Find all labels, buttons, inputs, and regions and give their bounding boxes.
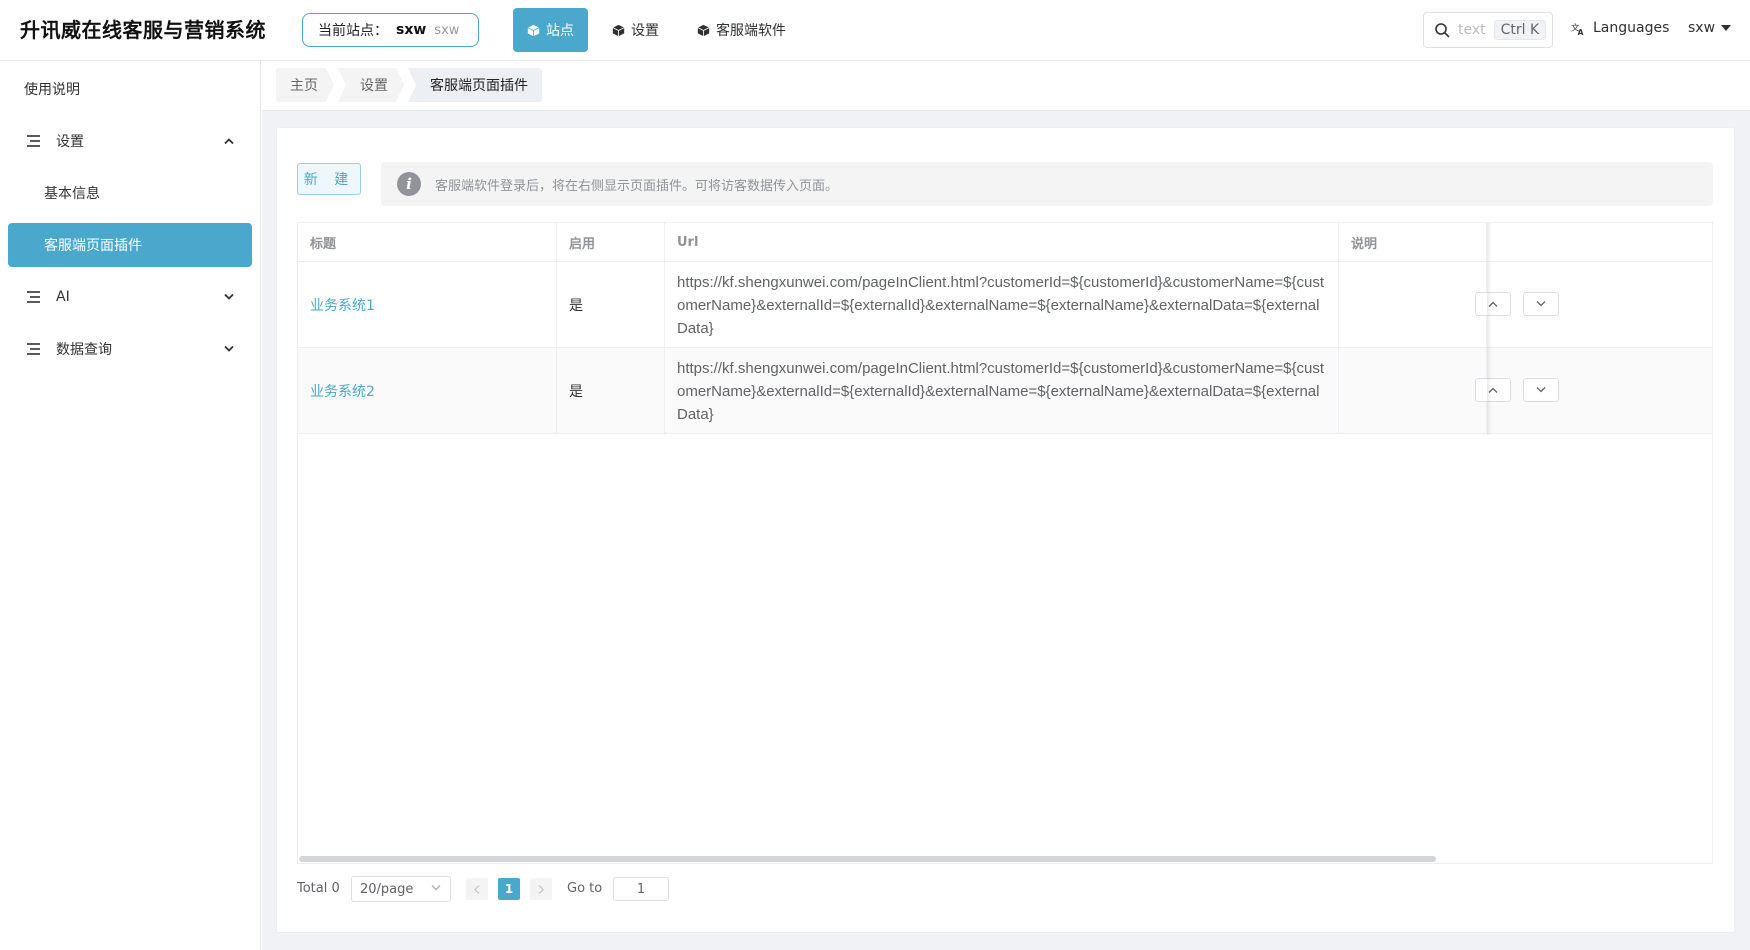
page-number-current[interactable]: 1 (498, 878, 520, 900)
search-placeholder: text (1458, 22, 1486, 38)
row-note (1339, 262, 1487, 348)
sidebar-item-usage[interactable]: 使用说明 (8, 67, 252, 111)
current-site-sub: sxw (434, 22, 460, 38)
sidebar-item-ai[interactable]: AI (8, 275, 252, 319)
chevron-up-icon (224, 138, 234, 144)
breadcrumb-item-current: 客服端页面插件 (408, 68, 542, 102)
chevron-down-icon (1536, 387, 1546, 393)
move-up-button[interactable] (1475, 378, 1511, 402)
chevron-down-icon (224, 294, 234, 300)
chevron-down-icon (224, 346, 234, 352)
language-label: Languages (1593, 20, 1670, 36)
menu-list-icon (27, 343, 40, 355)
row-enabled: 是 (557, 262, 665, 348)
page-size-select[interactable]: 20/page (351, 876, 451, 902)
caret-down-icon (1721, 25, 1732, 31)
column-header-enabled: 启用 (557, 223, 665, 262)
sidebar-item-label: 客服端页面插件 (44, 238, 142, 254)
sidebar-item-settings[interactable]: 设置 (8, 119, 252, 163)
plugin-table: 标题 启用 Url 说明 业务系统1 是 https://kf.shengxun… (297, 222, 1713, 864)
menu-list-icon (27, 135, 40, 147)
svg-text:A: A (1578, 28, 1584, 36)
sidebar-item-label: 使用说明 (24, 82, 80, 98)
row-title-link[interactable]: 业务系统1 (298, 262, 557, 348)
row-title-link[interactable]: 业务系统2 (298, 348, 557, 434)
menu-list-icon (27, 291, 40, 303)
table-row: 业务系统1 是 https://kf.shengxunwei.com/pageI… (298, 262, 1712, 348)
breadcrumb-item-settings[interactable]: 设置 (338, 68, 404, 102)
nav-item-label: 站点 (546, 23, 574, 39)
search-shortcut: Ctrl K (1493, 20, 1547, 40)
row-url: https://kf.shengxunwei.com/pageInClient.… (665, 262, 1339, 348)
sidebar-item-label: 数据查询 (56, 342, 112, 358)
nav-item-site[interactable]: 站点 (513, 8, 588, 52)
top-nav: 站点 设置 客服端软件 (513, 8, 800, 52)
next-page-button[interactable] (530, 878, 552, 900)
top-header: 升讯威在线客服与营销系统 当前站点： sxw sxw 站点 设置 客服端软件 t… (0, 0, 1750, 61)
column-header-actions (1487, 223, 1712, 262)
move-down-button[interactable] (1523, 292, 1559, 316)
cube-icon (612, 24, 625, 36)
translate-icon: 文A (1571, 22, 1584, 36)
table-row: 业务系统2 是 https://kf.shengxunwei.com/pageI… (298, 348, 1712, 434)
column-header-url: Url (665, 223, 1339, 262)
pagination: Total 0 20/page 1 Go to 1 (297, 876, 1097, 904)
column-header-note: 说明 (1339, 223, 1487, 262)
user-name: sxw (1688, 20, 1716, 36)
sidebar-item-label: AI (56, 289, 70, 305)
nav-item-client-software[interactable]: 客服端软件 (683, 8, 800, 52)
info-alert: i 客服端软件登录后，将在右侧显示页面插件。可将访客数据传入页面。 (381, 162, 1713, 206)
prev-page-button[interactable] (466, 878, 488, 900)
cube-icon (697, 24, 710, 36)
scrollbar-thumb[interactable] (299, 856, 1436, 862)
breadcrumb: 主页 设置 客服端页面插件 (276, 68, 546, 102)
language-switcher[interactable]: 文A Languages (1571, 20, 1669, 36)
sidebar: 使用说明 设置 基本信息 客服端页面插件 AI 数据查询 (0, 61, 261, 950)
goto-label: Go to (567, 881, 603, 896)
main-card: 新 建 i 客服端软件登录后，将在右侧显示页面插件。可将访客数据传入页面。 标题… (276, 127, 1735, 933)
column-header-title: 标题 (298, 223, 557, 262)
sidebar-item-data-query[interactable]: 数据查询 (8, 327, 252, 371)
chevron-down-icon (1536, 301, 1546, 307)
fixed-column-shadow (1487, 223, 1492, 435)
horizontal-scrollbar[interactable] (298, 855, 1712, 863)
chevron-down-icon (431, 885, 441, 891)
chevron-right-icon (538, 884, 544, 894)
sidebar-item-label: 设置 (56, 134, 84, 150)
nav-item-label: 设置 (631, 23, 659, 39)
alert-message: 客服端软件登录后，将在右侧显示页面插件。可将访客数据传入页面。 (435, 178, 839, 194)
user-menu[interactable]: sxw (1688, 20, 1732, 36)
new-button[interactable]: 新 建 (297, 163, 361, 195)
row-note (1339, 348, 1487, 434)
goto-page-input[interactable]: 1 (613, 877, 669, 901)
row-enabled: 是 (557, 348, 665, 434)
search-icon (1435, 23, 1450, 38)
info-icon: i (397, 172, 421, 196)
app-title: 升讯威在线客服与营销系统 (20, 18, 266, 42)
sidebar-item-basic-info[interactable]: 基本信息 (8, 171, 252, 215)
move-up-button[interactable] (1475, 292, 1511, 316)
search-box[interactable]: text Ctrl K (1423, 12, 1553, 48)
nav-item-settings[interactable]: 设置 (598, 8, 673, 52)
breadcrumb-item-home[interactable]: 主页 (276, 68, 334, 102)
current-site-selector[interactable]: 当前站点： sxw sxw (302, 13, 479, 47)
sidebar-item-label: 基本信息 (44, 186, 100, 202)
current-site-label: 当前站点： (318, 23, 388, 39)
sidebar-item-client-page-plugin[interactable]: 客服端页面插件 (8, 223, 252, 267)
page-size-value: 20/page (360, 881, 414, 897)
row-url: https://kf.shengxunwei.com/pageInClient.… (665, 348, 1339, 434)
table-header: 标题 启用 Url 说明 (298, 223, 1712, 262)
pagination-total: Total 0 (297, 881, 340, 896)
nav-item-label: 客服端软件 (716, 23, 786, 39)
current-site-value: sxw (396, 22, 427, 38)
move-down-button[interactable] (1523, 378, 1559, 402)
breadcrumb-bar: 主页 设置 客服端页面插件 (262, 61, 1750, 111)
cube-icon (527, 24, 540, 36)
chevron-left-icon (474, 884, 480, 894)
